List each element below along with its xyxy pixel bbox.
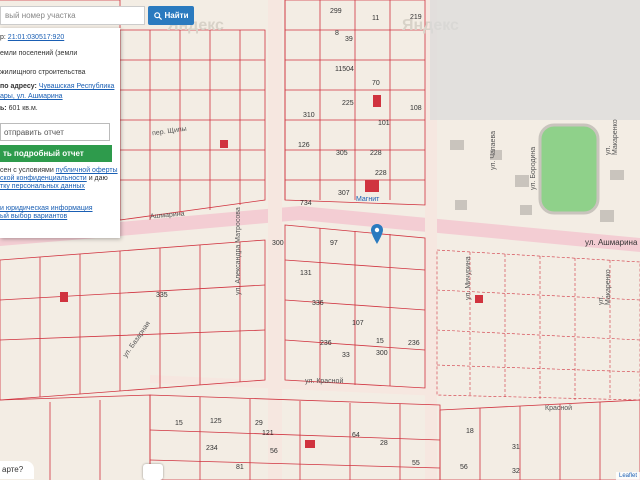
parcel-number: 101 (378, 120, 390, 127)
parcel-number: 126 (298, 142, 310, 149)
parcel-number: 11504 (335, 66, 354, 73)
variants-link[interactable]: ый выбор вариантов (0, 213, 67, 220)
parcel-number: 107 (352, 320, 364, 327)
area-value: 601 кв.м. (8, 105, 38, 112)
parcel-number: 310 (303, 112, 315, 119)
parcel-number: 299 (330, 8, 342, 15)
parcel-number: 305 (336, 150, 348, 157)
parcel-number: 18 (466, 428, 474, 435)
parcel-number: 219 (410, 14, 422, 21)
parcel-number: 228 (375, 170, 387, 177)
find-button[interactable]: Найти (148, 6, 194, 25)
parcel-number: 335 (156, 292, 168, 299)
cadastral-number-link[interactable]: 21:01:030517:920 (8, 34, 64, 41)
street-label-matrosova: ул. Александра Матросова (235, 207, 242, 295)
cadastral-number-row: р: 21:01:030517:920 (0, 34, 64, 41)
parcel-number: 121 (262, 430, 274, 437)
parcel-number: 15 (175, 420, 183, 427)
street-label-vishnevaya: ул. Мичурина (465, 256, 472, 300)
address-link[interactable]: Чувашская Республика (39, 83, 115, 90)
parcel-number: 11 (372, 15, 380, 22)
map-overlay (430, 0, 640, 120)
parcel-number: 29 (255, 420, 263, 427)
parcel-number: 39 (345, 36, 353, 43)
privacy-link[interactable]: ской конфиденциальности (0, 175, 87, 182)
send-report-input[interactable]: отправить отчет (0, 123, 110, 141)
store-label-magnit[interactable]: Магнит (356, 196, 379, 203)
parcel-number: 32 (512, 468, 520, 475)
parcel-number: 300 (272, 240, 284, 247)
location-pin-icon[interactable] (371, 224, 383, 244)
street-label-borodina: ул. Бородина (530, 146, 537, 190)
parcel-number: 64 (352, 432, 360, 439)
terms-text-3: и даю (88, 175, 108, 182)
street-label-ashmarina: ул. Ашмарина (585, 238, 638, 247)
terms-row-1: сен с условиями публичной оферты (0, 167, 118, 174)
parcel-number: 236 (320, 340, 332, 347)
parcel-number: 56 (270, 448, 278, 455)
get-detailed-report-button[interactable]: ть подробный отчет (0, 145, 112, 162)
terms-text-1: сен с условиями (0, 167, 54, 174)
public-offer-link[interactable]: публичной оферты (56, 167, 118, 174)
parcel-number: 225 (342, 100, 354, 107)
parcel-number: 70 (372, 80, 380, 87)
address-row: по адресу: Чувашская Республика (0, 83, 114, 90)
parcel-number: 125 (210, 418, 222, 425)
street-label-makarenko: ул. Макаренко (598, 269, 612, 305)
parcel-number: 734 (300, 200, 312, 207)
address-link-2[interactable]: ары, ул. Ашмарина (0, 93, 63, 100)
address-label: по адресу: (0, 83, 37, 90)
usage-text: жилищного строительства (0, 69, 86, 76)
parcel-number: 81 (236, 464, 244, 471)
parcel-number: 307 (338, 190, 350, 197)
parcel-number: 97 (330, 240, 338, 247)
cadastral-number-label: р: (0, 34, 6, 41)
parcel-number: 31 (512, 444, 520, 451)
parcel-number: 55 (412, 460, 420, 467)
parcel-number: 33 (342, 352, 350, 359)
street-label-krasnoy-2: Красной (545, 405, 573, 412)
parcel-number: 236 (408, 340, 420, 347)
map-hint-bubble[interactable]: арте? (0, 461, 34, 479)
street-label-krasnoy: ул. Красной (305, 378, 344, 385)
parcel-number: 234 (206, 445, 218, 452)
parcel-number: 28 (380, 440, 388, 447)
parcel-info-panel: р: 21:01:030517:920 емли поселений (земл… (0, 28, 120, 238)
street-label-vorona: ул. Чапаева (490, 131, 497, 170)
parcel-number: 56 (460, 464, 468, 471)
category-text: емли поселений (земли (0, 50, 78, 57)
terms-row-2: ской конфиденциальности и даю (0, 175, 108, 182)
area-row: ь: 601 кв.м. (0, 105, 38, 112)
area-label: ь: (0, 105, 7, 112)
parcel-number: 228 (370, 150, 382, 157)
parcel-number: 336 (312, 300, 324, 307)
parcel-number: 108 (410, 105, 422, 112)
stadium (538, 123, 600, 215)
leaflet-attribution-link[interactable]: Leaflet (615, 472, 640, 480)
search-icon (153, 11, 162, 20)
parcel-number: 8 (335, 30, 339, 37)
parcel-number: 300 (376, 350, 388, 357)
map-control-button[interactable] (143, 464, 163, 480)
parcel-number: 15 (376, 338, 384, 345)
legal-info-link[interactable]: и юридическая информация (0, 205, 93, 212)
cadastral-search-input[interactable]: вый номер участка (0, 6, 145, 25)
street-label-makarenko-2: ул. Макаренко (605, 119, 619, 155)
parcel-number: 131 (300, 270, 312, 277)
find-button-label: Найти (164, 11, 189, 20)
personal-data-link[interactable]: тку персональных данных (0, 183, 85, 190)
